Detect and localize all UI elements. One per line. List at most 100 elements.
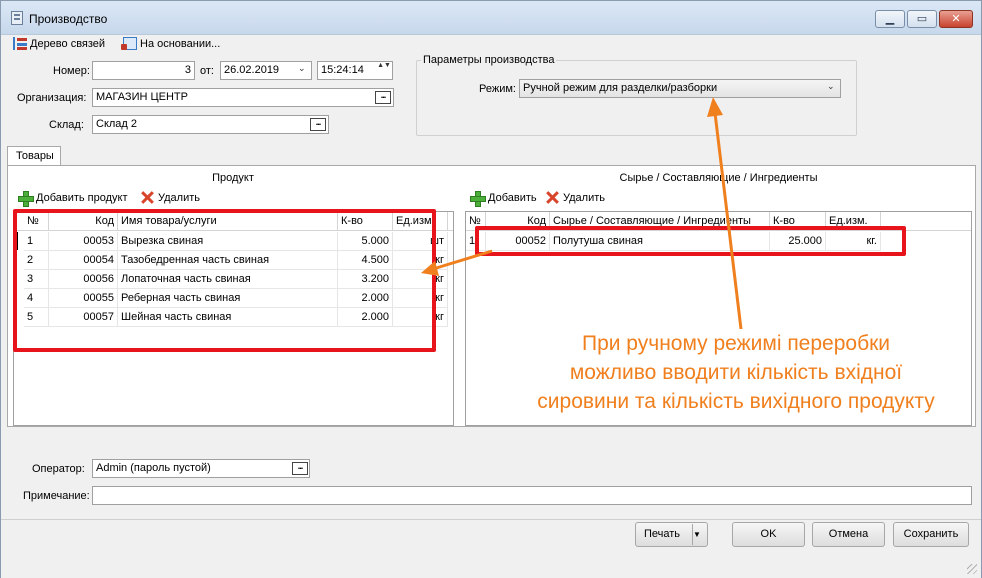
product-grid[interactable]: № Код Имя товара/услуги К-во Ед.изм. 1 0… (13, 211, 454, 426)
cell-number: 2 (24, 251, 49, 270)
organization-browse-icon[interactable]: ... (375, 91, 391, 104)
delete-icon (546, 191, 559, 204)
calculator-icon (11, 11, 23, 25)
window-title: Производство (29, 12, 108, 26)
table-row[interactable]: 5 00057 Шейная часть свиная 2.000 кг (14, 308, 453, 327)
delete-material-button[interactable]: Удалить (546, 191, 605, 204)
cell-name: Вырезка свиная (118, 232, 338, 251)
delete-icon (141, 191, 154, 204)
cell-code: 00057 (49, 308, 118, 327)
warehouse-browse-icon[interactable]: ... (310, 118, 326, 131)
plus-icon (470, 191, 486, 207)
print-button[interactable]: Печать ▼ (635, 522, 708, 547)
note-label: Примечание: (23, 490, 90, 502)
cell-qty[interactable]: 2.000 (338, 289, 393, 308)
cell-unit: кг (393, 289, 448, 308)
note-field[interactable] (92, 486, 972, 505)
cell-code: 00056 (49, 270, 118, 289)
table-row[interactable]: 4 00055 Реберная часть свиная 2.000 кг (14, 289, 453, 308)
save-button[interactable]: Сохранить (893, 522, 969, 547)
date-value: 26.02.2019 (224, 64, 280, 76)
col-header-code[interactable]: Код (49, 212, 118, 231)
cell-number: 3 (24, 270, 49, 289)
number-label: Номер: (53, 65, 90, 77)
plus-icon (18, 191, 34, 207)
maximize-button[interactable]: ▭ (907, 10, 937, 28)
cell-qty[interactable]: 25.000 (770, 232, 826, 251)
from-label: от: (200, 65, 214, 77)
delete-material-label: Удалить (563, 191, 605, 204)
table-row[interactable]: 1 00052 Полутуша свиная 25.000 кг. (466, 232, 971, 251)
cell-qty[interactable]: 4.500 (338, 251, 393, 270)
col-header-unit[interactable]: Ед.изм. (826, 212, 881, 231)
operator-field[interactable]: Admin (пароль пустой) (92, 459, 310, 478)
organization-label: Организация: (17, 92, 87, 104)
cell-unit: кг. (826, 232, 881, 251)
table-row[interactable]: 1 00053 Вырезка свиная 5.000 шт (14, 232, 453, 251)
materials-grid-header: № Код Сырье / Составляющие / Ингредиенты… (466, 212, 971, 231)
delete-product-button[interactable]: Удалить (141, 191, 200, 204)
resize-grip-icon[interactable] (967, 564, 977, 574)
organization-field[interactable]: МАГАЗИН ЦЕНТР (92, 88, 394, 107)
production-window: Производство ▁ ▭ ✕ Дерево связей На осно… (0, 0, 982, 578)
bottom-separator (1, 519, 981, 520)
cell-number: 1 (24, 232, 49, 251)
mode-value: Ручной режим для разделки/разборки (523, 82, 718, 94)
based-on-icon (121, 37, 137, 50)
col-header-code[interactable]: Код (486, 212, 550, 231)
col-header-qty[interactable]: К-во (770, 212, 826, 231)
cell-unit: кг (393, 251, 448, 270)
table-row[interactable]: 3 00056 Лопаточная часть свиная 3.200 кг (14, 270, 453, 289)
warehouse-label: Склад: (49, 119, 84, 131)
toolbar: Дерево связей На основании... (1, 35, 981, 53)
production-params-title: Параметры производства (421, 54, 557, 66)
col-header-name[interactable]: Сырье / Составляющие / Ингредиенты (550, 212, 770, 231)
cell-number: 1 (466, 232, 486, 251)
cell-code: 00052 (486, 232, 550, 251)
print-dropdown-icon[interactable]: ▼ (692, 524, 707, 545)
materials-panel-title: Сырье / Составляющие / Ингредиенты (619, 172, 818, 184)
status-bar (1, 552, 981, 578)
cancel-button[interactable]: Отмена (812, 522, 885, 547)
minimize-button[interactable]: ▁ (875, 10, 905, 28)
col-header-unit[interactable]: Ед.изм. (393, 212, 448, 231)
table-row[interactable]: 2 00054 Тазобедренная часть свиная 4.500… (14, 251, 453, 270)
add-product-button[interactable]: Добавить продукт (18, 191, 128, 207)
cell-name: Лопаточная часть свиная (118, 270, 338, 289)
add-material-label: Добавить (488, 192, 537, 204)
add-material-button[interactable]: Добавить (470, 191, 537, 207)
close-button[interactable]: ✕ (939, 10, 973, 28)
cell-name: Тазобедренная часть свиная (118, 251, 338, 270)
operator-browse-icon[interactable]: ... (292, 462, 308, 475)
tree-of-links-button[interactable]: Дерево связей (13, 37, 105, 50)
cell-qty[interactable]: 5.000 (338, 232, 393, 251)
col-header-number[interactable]: № (466, 212, 486, 231)
cell-number: 5 (24, 308, 49, 327)
add-product-label: Добавить продукт (36, 192, 128, 204)
cell-qty[interactable]: 3.200 (338, 270, 393, 289)
number-field[interactable]: 3 (92, 61, 195, 80)
mode-dropdown-icon[interactable]: ⌄ (827, 81, 835, 92)
col-header-qty[interactable]: К-во (338, 212, 393, 231)
col-header-number[interactable]: № (24, 212, 49, 231)
time-spinner-icon[interactable]: ▲▼ (377, 62, 391, 79)
based-on-button[interactable]: На основании... (121, 37, 220, 50)
cell-name: Реберная часть свиная (118, 289, 338, 308)
cell-unit: шт (393, 232, 448, 251)
ok-button[interactable]: OK (732, 522, 805, 547)
title-bar: Производство ▁ ▭ ✕ (1, 1, 981, 35)
delete-product-label: Удалить (158, 191, 200, 204)
cell-qty[interactable]: 2.000 (338, 308, 393, 327)
mode-select[interactable]: Ручной режим для разделки/разборки (519, 79, 841, 98)
mode-label: Режим: (479, 83, 516, 95)
product-grid-header: № Код Имя товара/услуги К-во Ед.изм. (14, 212, 453, 231)
tab-goods[interactable]: Товары (7, 146, 61, 166)
col-header-name[interactable]: Имя товара/услуги (118, 212, 338, 231)
cell-code: 00055 (49, 289, 118, 308)
operator-label: Оператор: (32, 463, 85, 475)
time-value: 15:24:14 (321, 64, 364, 76)
date-dropdown-icon[interactable]: ⌄ (298, 63, 306, 74)
tree-of-links-label: Дерево связей (30, 37, 106, 50)
annotation-text: При ручному режимі переробки можливо вво… (496, 329, 976, 416)
warehouse-field[interactable]: Склад 2 (92, 115, 329, 134)
